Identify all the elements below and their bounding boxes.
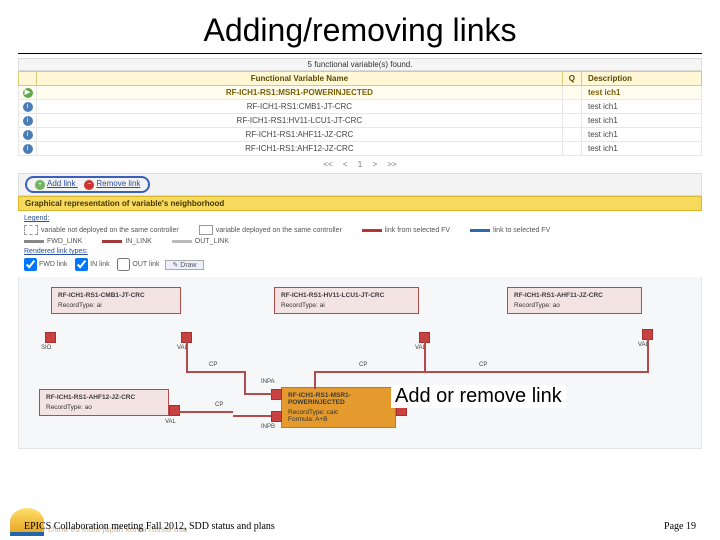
port[interactable] (271, 389, 282, 400)
port-label: INPA (261, 379, 275, 385)
slide-title: Adding/removing links (18, 0, 702, 54)
table-row[interactable]: i RF-ICH1-RS1:AHF12-JZ-CRC test ich1 (19, 142, 702, 156)
minus-icon: − (84, 180, 94, 190)
remove-link-button[interactable]: −Remove link (84, 179, 140, 188)
port[interactable] (45, 332, 56, 343)
port-label: CP (209, 362, 217, 368)
col-desc[interactable]: Description (582, 72, 702, 86)
port[interactable] (271, 411, 282, 422)
port-label: INPB (261, 424, 275, 430)
port-label: CP (479, 362, 487, 368)
port-label: CP (359, 362, 367, 368)
chk-out[interactable]: OUT link (117, 261, 159, 268)
rendered-types-toggle[interactable]: Rendered link types: (24, 248, 88, 255)
col-name[interactable]: Functional Variable Name (37, 72, 563, 86)
port-label: CP (215, 402, 223, 408)
table-row[interactable]: ▶ RF-ICH1-RS1:MSR1-POWERINJECTED test ic… (19, 86, 702, 100)
annotation: Add or remove link (391, 385, 566, 408)
diagram[interactable]: RF-ICH1-RS1-CMB1-JT-CRC RecordType: ai R… (18, 277, 702, 449)
col-icon (19, 72, 37, 86)
col-q[interactable]: Q (562, 72, 581, 86)
chk-in[interactable]: IN link (75, 261, 109, 268)
legend-link-from: link from selected FV (362, 227, 450, 234)
legend-fwd: FWD_LINK (24, 238, 82, 245)
draw-button[interactable]: ✎ Draw (165, 260, 203, 270)
pager[interactable]: << < 1 > >> (18, 156, 702, 173)
info-icon: i (23, 130, 33, 140)
footer-left: EPICS Collaboration meeting Fall 2012, S… (24, 521, 275, 532)
link-actions: +Add link −Remove link (18, 173, 702, 196)
info-icon: i (23, 116, 33, 126)
play-icon: ▶ (23, 88, 33, 98)
node-selected[interactable]: RF-ICH1-RS1-MSR1-POWERINJECTED RecordTyp… (281, 387, 396, 428)
table-row[interactable]: i RF-ICH1-RS1:CMB1-JT-CRC test ich1 (19, 100, 702, 114)
table-row[interactable]: i RF-ICH1-RS1:AHF11-JZ-CRC test ich1 (19, 128, 702, 142)
info-icon: i (23, 102, 33, 112)
table-row[interactable]: i RF-ICH1-RS1:HV11-LCU1-JT-CRC test ich1 (19, 114, 702, 128)
info-icon: i (23, 144, 33, 154)
graph-section-heading: Graphical representation of variable's n… (18, 196, 702, 211)
content: 5 functional variable(s) found. Function… (18, 58, 702, 449)
legend-out: OUT_LINK (172, 238, 229, 245)
port-label: VAL (165, 419, 176, 425)
legend-deployed: variable deployed on the same controller (199, 225, 342, 235)
legend-in: IN_LINK (102, 238, 151, 245)
node-ahf12[interactable]: RF-ICH1-RS1-AHF12-JZ-CRC RecordType: ao (39, 389, 169, 416)
plus-icon: + (35, 180, 45, 190)
chk-fwd[interactable]: FWD link (24, 261, 67, 268)
node-cmb1[interactable]: RF-ICH1-RS1-CMB1-JT-CRC RecordType: ai (51, 287, 181, 314)
legend: Legend: variable not deployed on the sam… (18, 211, 702, 277)
results-table: Functional Variable Name Q Description ▶… (18, 71, 702, 156)
legend-not-deployed: variable not deployed on the same contro… (24, 225, 179, 235)
results-count: 5 functional variable(s) found. (18, 58, 702, 71)
annotate-box: +Add link −Remove link (25, 176, 150, 193)
legend-link-to: link to selected FV (470, 227, 550, 234)
node-ahf11[interactable]: RF-ICH1-RS1-AHF11-JZ-CRC RecordType: ao (507, 287, 642, 314)
port-label: SIO (41, 345, 51, 351)
legend-toggle[interactable]: Legend: (24, 215, 49, 222)
page-number: Page 19 (664, 521, 696, 532)
add-link-button[interactable]: +Add link (35, 179, 78, 188)
footer: EPICS Collaboration meeting Fall 2012, S… (0, 521, 720, 532)
node-hv11[interactable]: RF-ICH1-RS1-HV11-LCU1-JT-CRC RecordType:… (274, 287, 419, 314)
